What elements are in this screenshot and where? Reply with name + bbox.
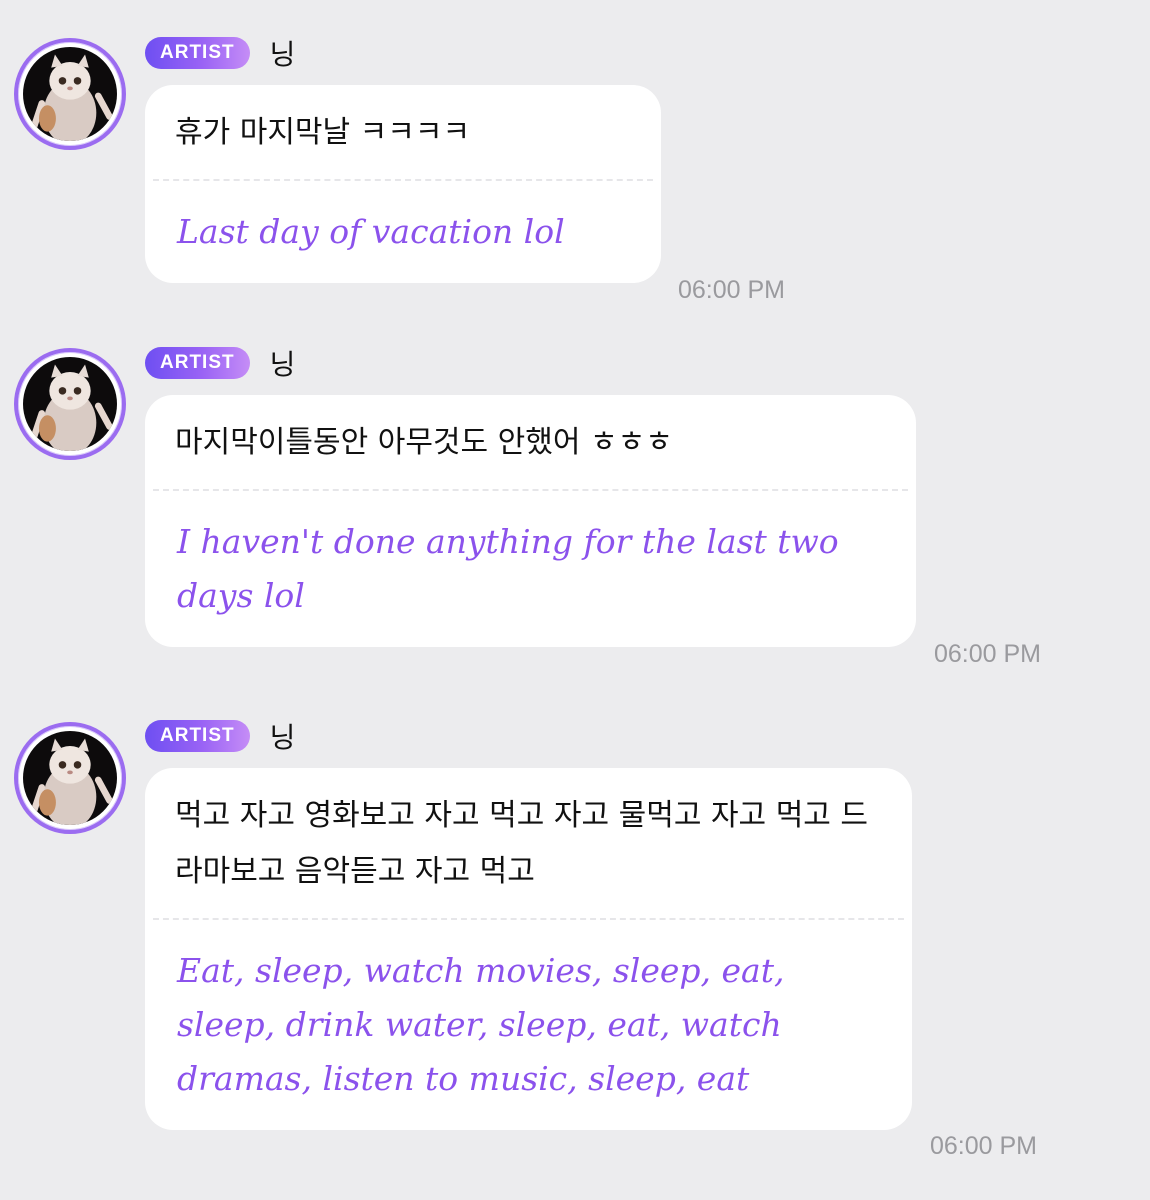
- original-text: 마지막이틀동안 아무것도 안했어 ㅎㅎㅎ: [175, 425, 673, 460]
- sender-name: 닝: [269, 348, 296, 381]
- timestamp: 06:00 PM: [678, 276, 786, 304]
- artist-avatar[interactable]: [14, 722, 126, 834]
- cat-avatar-image: [23, 731, 117, 825]
- message-bubble[interactable]: 먹고 자고 영화보고 자고 먹고 자고 물먹고 자고 먹고 드라마보고 음악듣고…: [145, 768, 912, 1130]
- cat-avatar-image: [23, 357, 117, 451]
- cat-avatar-image: [23, 47, 117, 141]
- sender-row: ARTIST 닝: [145, 719, 296, 754]
- message-bubble[interactable]: 휴가 마지막날 ㅋㅋㅋㅋ Last day of vacation lol: [145, 85, 661, 283]
- artist-avatar[interactable]: [14, 348, 126, 460]
- sender-name: 닝: [269, 721, 296, 754]
- original-text: 먹고 자고 영화보고 자고 먹고 자고 물먹고 자고 먹고 드라마보고 음악듣고…: [175, 798, 869, 889]
- sender-row: ARTIST 닝: [145, 36, 296, 71]
- artist-avatar[interactable]: [14, 38, 126, 150]
- translated-text: I haven't done anything for the last two…: [177, 522, 850, 615]
- timestamp: 06:00 PM: [934, 640, 1042, 668]
- sender-row: ARTIST 닝: [145, 346, 296, 381]
- original-text: 휴가 마지막날 ㅋㅋㅋㅋ: [175, 115, 471, 150]
- artist-badge: ARTIST: [145, 347, 250, 379]
- translated-text: Last day of vacation lol: [177, 212, 565, 251]
- artist-badge: ARTIST: [145, 37, 250, 69]
- sender-name: 닝: [269, 38, 296, 71]
- timestamp: 06:00 PM: [930, 1132, 1038, 1160]
- message-bubble[interactable]: 마지막이틀동안 아무것도 안했어 ㅎㅎㅎ I haven't done anyt…: [145, 395, 916, 647]
- artist-badge: ARTIST: [145, 720, 250, 752]
- translated-text: Eat, sleep, watch movies, sleep, eat, sl…: [177, 951, 795, 1098]
